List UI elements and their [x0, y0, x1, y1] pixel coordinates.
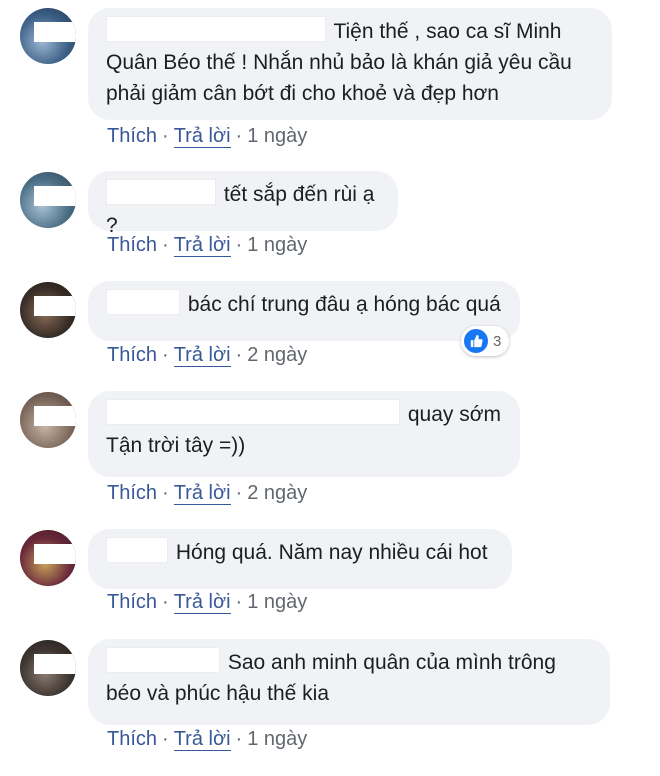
comment-actions: Thích · Trả lời · 2 ngày [107, 482, 307, 505]
reaction-summary[interactable]: 3 [461, 326, 510, 356]
comment-bubble: tết sắp đến rùi ạ ? [88, 171, 398, 237]
like-button[interactable]: Thích [107, 482, 157, 504]
separator: · [235, 728, 243, 750]
author-name-redacted[interactable] [106, 647, 220, 673]
like-button[interactable]: Thích [107, 591, 157, 613]
comment-bubble: quay sớm Tận trời tây =)) [88, 391, 520, 477]
reply-button[interactable]: Trả lời [173, 234, 231, 257]
separator: · [162, 125, 169, 147]
reply-button[interactable]: Trả lời [173, 482, 231, 505]
separator: · [235, 482, 243, 504]
author-name-redacted[interactable] [106, 289, 180, 315]
separator: · [162, 234, 169, 256]
like-button[interactable]: Thích [107, 234, 157, 256]
comment-bubble: bác chí trung đâu ạ hóng bác quá [88, 281, 520, 341]
avatar[interactable] [20, 8, 76, 64]
separator: · [162, 591, 169, 613]
timestamp[interactable]: 2 ngày [247, 482, 307, 504]
reaction-count: 3 [493, 332, 502, 350]
like-button[interactable]: Thích [107, 344, 157, 366]
separator: · [162, 344, 169, 366]
avatar[interactable] [20, 640, 76, 696]
author-name-redacted[interactable] [106, 399, 400, 425]
separator: · [235, 125, 243, 147]
like-button[interactable]: Thích [107, 125, 157, 147]
separator: · [235, 344, 243, 366]
comment-actions: Thích · Trả lời · 1 ngày [107, 591, 307, 614]
comment-actions: Thích · Trả lời · 1 ngày [107, 125, 307, 148]
separator: · [162, 482, 169, 504]
timestamp[interactable]: 1 ngày [247, 125, 307, 147]
separator: · [235, 591, 243, 613]
timestamp[interactable]: 1 ngày [247, 728, 307, 750]
reply-button[interactable]: Trả lời [173, 591, 231, 614]
comment-actions: Thích · Trả lời · 1 ngày [107, 728, 307, 751]
avatar[interactable] [20, 172, 76, 228]
reply-button[interactable]: Trả lời [173, 344, 231, 367]
comment-bubble: Hóng quá. Năm nay nhiều cái hot [88, 529, 512, 589]
avatar[interactable] [20, 392, 76, 448]
avatar[interactable] [20, 530, 76, 586]
reply-button[interactable]: Trả lời [173, 125, 231, 148]
comment-bubble: Sao anh minh quân của mình trông béo và … [88, 639, 610, 725]
avatar[interactable] [20, 282, 76, 338]
comment-actions: Thích · Trả lời · 1 ngày [107, 234, 307, 257]
reply-button[interactable]: Trả lời [173, 728, 231, 751]
thumbs-up-icon [464, 329, 488, 353]
comment-text: bác chí trung đâu ạ hóng bác quá [187, 293, 501, 316]
separator: · [162, 728, 169, 750]
author-name-redacted[interactable] [106, 537, 168, 563]
like-button[interactable]: Thích [107, 728, 157, 750]
comment-actions: Thích · Trả lời · 2 ngày [107, 344, 307, 367]
comment-bubble: Tiện thế , sao ca sĩ Minh Quân Béo thế !… [88, 8, 612, 120]
timestamp[interactable]: 2 ngày [247, 344, 307, 366]
author-name-redacted[interactable] [106, 179, 216, 205]
separator: · [235, 234, 243, 256]
comment-text: Hóng quá. Năm nay nhiều cái hot [175, 541, 488, 564]
timestamp[interactable]: 1 ngày [247, 234, 307, 256]
author-name-redacted[interactable] [106, 16, 326, 42]
timestamp[interactable]: 1 ngày [247, 591, 307, 613]
